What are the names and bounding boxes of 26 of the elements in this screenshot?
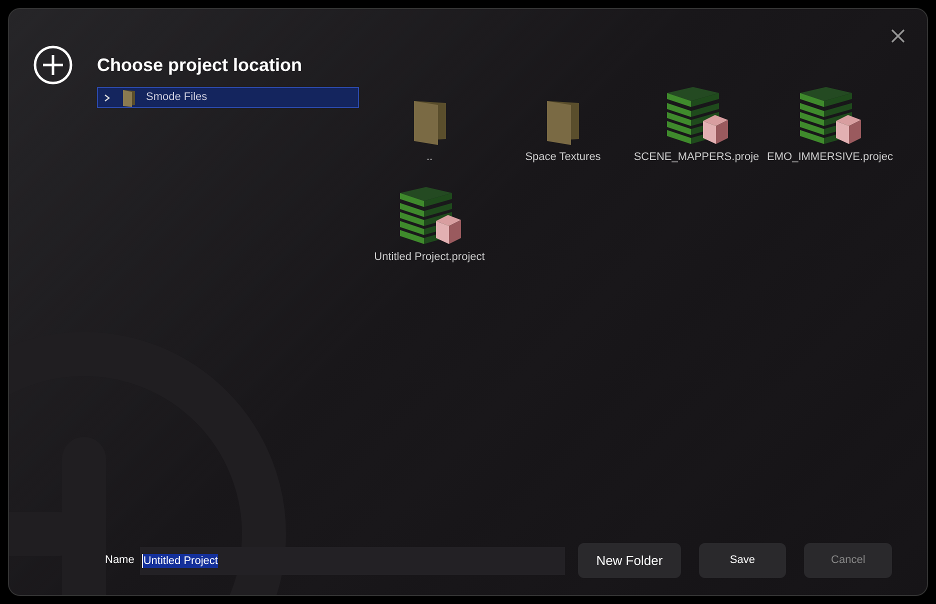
- dialog-title: Choose project location: [97, 54, 302, 77]
- folder-item[interactable]: Space Textures: [496, 87, 630, 167]
- tree-item[interactable]: Smode Files: [97, 87, 359, 108]
- file-name: Untitled Project.project: [374, 250, 485, 265]
- dialog-button[interactable]: New Folder: [578, 543, 681, 578]
- folder-icon: [412, 99, 448, 145]
- dialog-button[interactable]: Save: [698, 543, 786, 578]
- project-file-item[interactable]: EMO_IMMERSIVE.projec: [764, 87, 896, 167]
- project-file-item[interactable]: Untitled Project.project: [363, 187, 496, 267]
- name-label: Name: [105, 553, 134, 568]
- project-file-item[interactable]: SCENE_MAPPERS.proje: [630, 87, 763, 167]
- project-stack-icon: [798, 87, 862, 145]
- file-name: Space Textures: [525, 150, 601, 165]
- chevron-icon[interactable]: [104, 94, 112, 102]
- folder-icon: [122, 88, 136, 106]
- folder-icon: [545, 99, 581, 145]
- file-name: SCENE_MAPPERS.proje: [634, 150, 760, 165]
- project-stack-icon: [398, 187, 462, 245]
- add-circle-icon: [33, 45, 73, 85]
- name-field[interactable]: Untitled Project: [140, 546, 566, 574]
- project-stack-icon: [664, 87, 728, 145]
- tree-item-label: Smode Files: [146, 90, 208, 106]
- file-name: EMO_IMMERSIVE.projec: [767, 150, 893, 165]
- close-button[interactable]: [891, 29, 905, 43]
- folder-item[interactable]: ..: [363, 87, 496, 167]
- file-name: ..: [426, 150, 433, 165]
